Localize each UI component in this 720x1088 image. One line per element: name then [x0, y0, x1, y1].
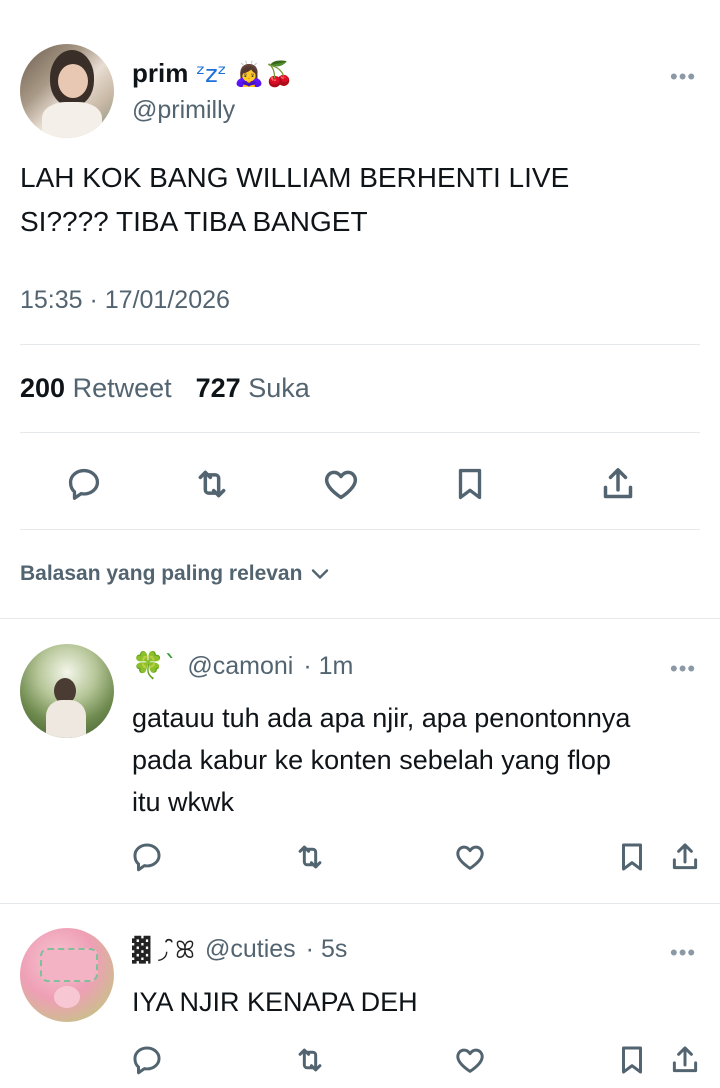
like-icon: [324, 470, 358, 500]
divider: [0, 618, 720, 619]
share-button[interactable]: [662, 1037, 708, 1083]
reply-button[interactable]: [58, 458, 110, 510]
tweet-text: LAH KOK BANG WILLIAM BERHENTI LIVE SI???…: [20, 156, 700, 244]
reply-text-line: pada kabur ke konten sebelah yang flop: [132, 745, 611, 775]
reply-time: · 1m: [303, 651, 354, 680]
retweet-icon: [298, 845, 322, 869]
author-display-name: prim: [132, 58, 189, 88]
like-count-link[interactable]: 727 Suka: [196, 373, 310, 404]
reply-button[interactable]: [124, 834, 170, 880]
share-icon: [672, 1046, 698, 1073]
reply-name-emoji: ▓ ◞ ̑̑ꕤ: [132, 935, 195, 964]
retweet-icon: [198, 470, 226, 498]
reply-name-emoji: 🍀`: [132, 651, 178, 681]
retweet-count: 200: [20, 373, 66, 403]
author-avatar[interactable]: [20, 44, 114, 138]
author-handle[interactable]: @primilly: [132, 96, 235, 125]
reply-button[interactable]: [124, 1037, 170, 1083]
more-options-icon[interactable]: •••: [670, 656, 696, 682]
reply-icon: [68, 468, 100, 500]
more-options-icon[interactable]: •••: [670, 940, 696, 966]
bookmark-icon: [622, 843, 642, 871]
share-button[interactable]: [592, 458, 644, 510]
retweet-count-link[interactable]: 200 Retweet: [20, 373, 172, 404]
reply-handle: @cuties: [204, 935, 296, 963]
reply-sort-label: Balasan yang paling relevan: [20, 562, 303, 585]
tweet-timestamp[interactable]: 15:35 · 17/01/2026: [20, 286, 230, 315]
divider: [20, 529, 700, 530]
share-icon: [672, 843, 698, 870]
reply-header[interactable]: ▓ ◞ ̑̑ꕤ @cuties · 5s: [132, 935, 347, 964]
share-icon: [603, 468, 633, 499]
reply-icon: [133, 843, 161, 872]
author-name-emoji: ᶻzᶻ 🙇‍♀️🍒: [196, 59, 294, 88]
retweet-button[interactable]: [186, 458, 238, 510]
reply-handle: @camoni: [187, 651, 294, 680]
reply-text: gatauu tuh ada apa njir, apa penontonnya…: [132, 697, 702, 823]
share-button[interactable]: [662, 834, 708, 880]
author-name-row[interactable]: prim ᶻzᶻ 🙇‍♀️🍒: [132, 58, 294, 89]
retweet-label: Retweet: [72, 373, 172, 403]
like-icon: [456, 845, 484, 870]
tweet-text-line: SI???? TIBA TIBA BANGET: [20, 206, 368, 237]
reply-header[interactable]: 🍀` @camoni · 1m: [132, 651, 353, 681]
more-options-icon[interactable]: •••: [670, 64, 696, 90]
like-button[interactable]: [315, 458, 367, 510]
tweet-text-line: LAH KOK BANG WILLIAM BERHENTI LIVE: [20, 162, 570, 193]
divider: [20, 432, 700, 433]
bookmark-button[interactable]: [609, 834, 655, 880]
reply-time: · 5s: [305, 935, 348, 963]
reply-text-line: itu wkwk: [132, 787, 235, 817]
tweet-stats: 200 Retweet 727 Suka: [20, 373, 310, 404]
like-icon: [456, 1048, 484, 1073]
reply-sort-selector[interactable]: Balasan yang paling relevan: [20, 562, 332, 586]
divider: [0, 903, 720, 904]
like-count: 727: [195, 373, 241, 403]
bookmark-button[interactable]: [609, 1037, 655, 1083]
like-label: Suka: [248, 373, 310, 403]
bookmark-button[interactable]: [444, 458, 496, 510]
reply-text-line: gatauu tuh ada apa njir, apa penontonnya: [132, 703, 631, 733]
like-button[interactable]: [447, 1037, 493, 1083]
reply-avatar[interactable]: [20, 928, 114, 1022]
reply-icon: [133, 1046, 161, 1075]
retweet-button[interactable]: [287, 1037, 333, 1083]
bookmark-icon: [622, 1046, 642, 1074]
retweet-icon: [298, 1048, 322, 1072]
reply-avatar[interactable]: [20, 644, 114, 738]
reply-text: IYA NJIR KENAPA DEH: [132, 981, 702, 1023]
reply-text-line: IYA NJIR KENAPA DEH: [132, 987, 418, 1017]
like-button[interactable]: [447, 834, 493, 880]
divider: [20, 344, 700, 345]
chevron-down-icon: [312, 569, 329, 579]
bookmark-icon: [458, 468, 482, 500]
retweet-button[interactable]: [287, 834, 333, 880]
